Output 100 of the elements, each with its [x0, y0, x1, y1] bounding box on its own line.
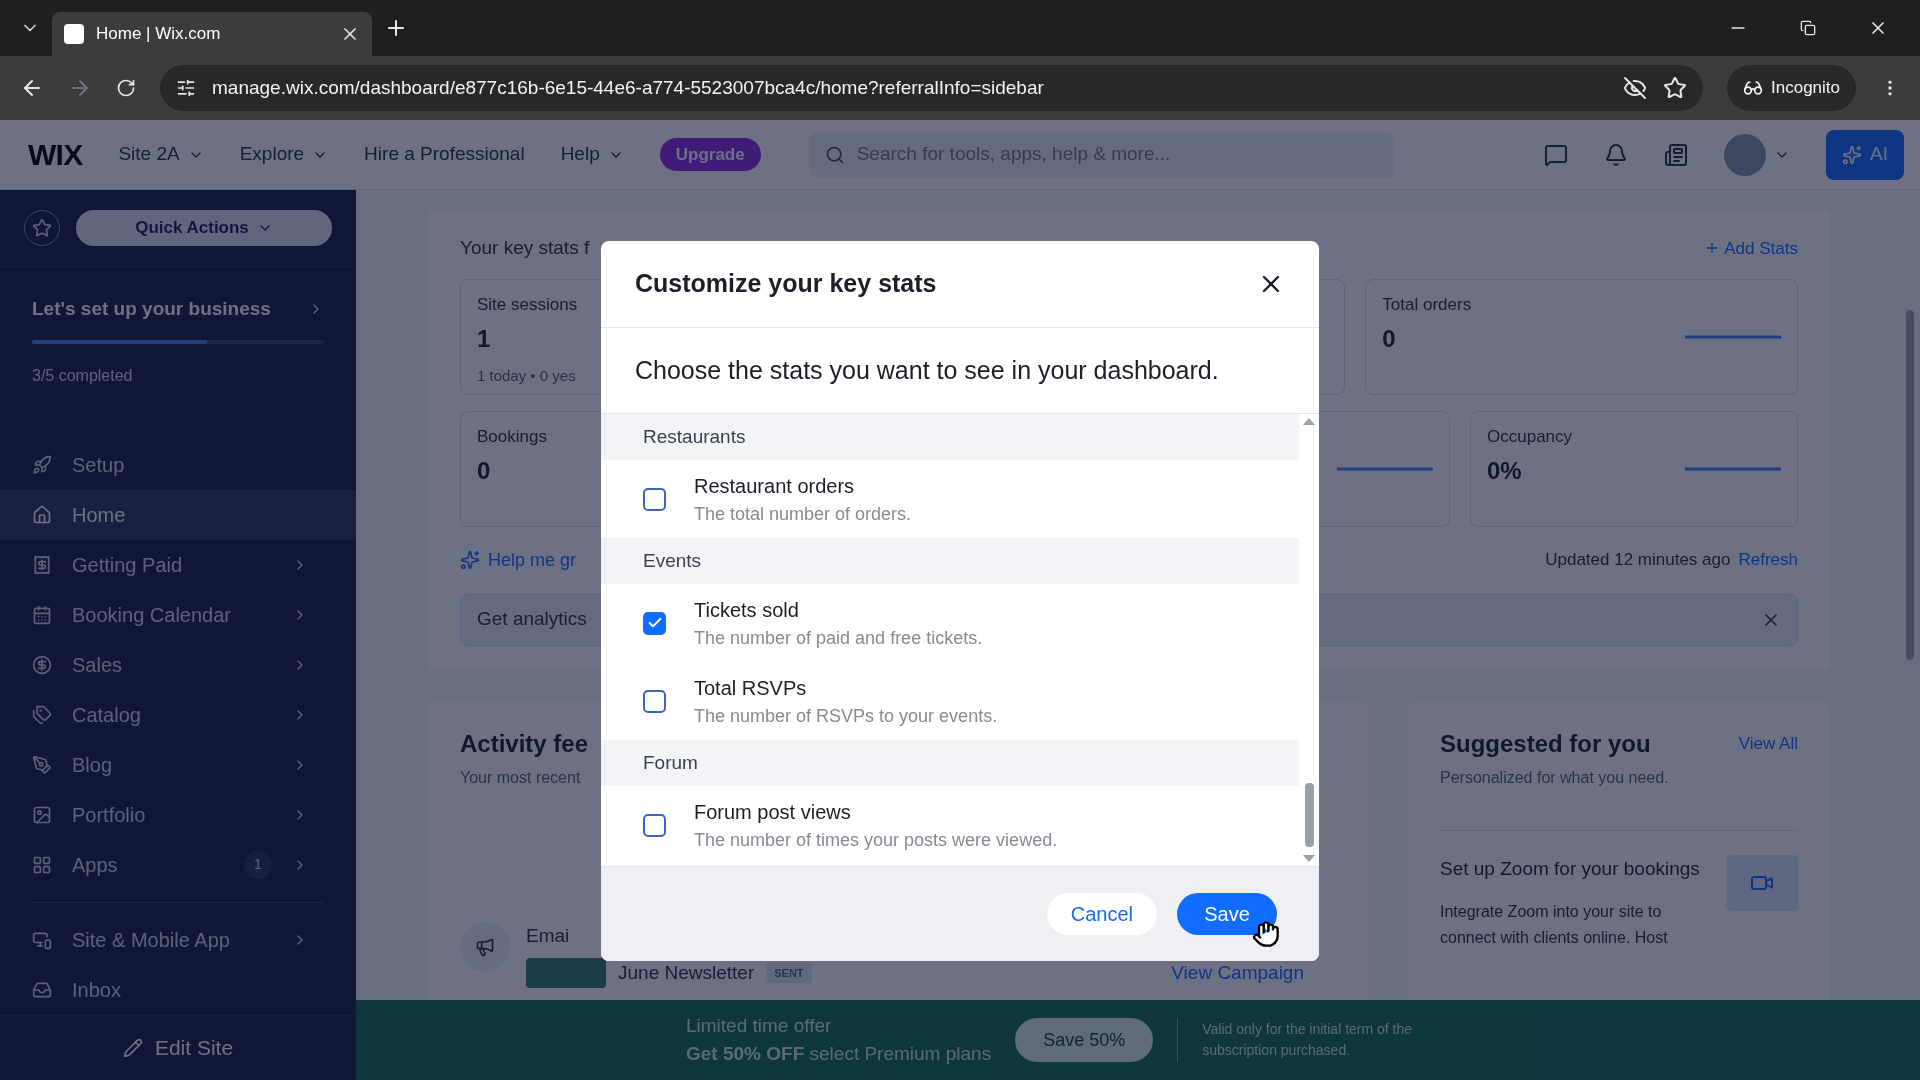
- sidebar-item[interactable]: Blog: [0, 739, 356, 790]
- incognito-button[interactable]: Incognito: [1727, 65, 1856, 111]
- suggestion-title: Set up Zoom for your bookings: [1440, 856, 1700, 881]
- stat-option-description: The number of paid and free tickets.: [694, 626, 983, 650]
- view-campaign-link[interactable]: View Campaign: [1171, 958, 1304, 988]
- sparkle-icon: [460, 550, 480, 570]
- banner-text: Get analytics: [477, 607, 587, 632]
- checkbox[interactable]: [643, 487, 666, 511]
- site-menu[interactable]: Site 2A: [118, 140, 204, 169]
- section-title: Suggested for you: [1440, 728, 1651, 759]
- group-header: Events: [601, 538, 1299, 584]
- stat-label: Site sessions: [477, 293, 578, 316]
- ai-button[interactable]: AI: [1826, 129, 1904, 180]
- sidebar-item[interactable]: Site & Mobile App: [0, 914, 356, 965]
- campaign-name: June Newsletter: [618, 960, 755, 985]
- grid-icon: [32, 854, 52, 875]
- count-badge: 1: [244, 850, 272, 879]
- add-stats-link[interactable]: Add Stats: [1704, 234, 1798, 263]
- stat-value: 0: [1382, 324, 1397, 354]
- pencil-icon: [122, 1037, 143, 1058]
- scrollbar-thumb[interactable]: [1304, 783, 1314, 847]
- url-text: manage.wix.com/dashboard/e877c16b-6e15-44e6-a774-5523007bca4c/home?referralInfo=sidebar: [212, 75, 1045, 100]
- dollar-icon: [32, 654, 52, 675]
- pointer-cursor-icon: [1252, 920, 1280, 948]
- checkbox[interactable]: [643, 689, 666, 713]
- refresh-link[interactable]: Refresh: [1738, 547, 1798, 573]
- stat-value: 1: [477, 324, 492, 354]
- stat-option-label: Restaurant orders: [694, 473, 856, 499]
- calendar-icon: [32, 604, 52, 625]
- eye-off-icon[interactable]: [1623, 76, 1647, 100]
- tags-icon: [32, 704, 52, 725]
- section-title: Activity fee: [460, 728, 589, 759]
- sidebar-item[interactable]: Apps 1: [0, 839, 356, 890]
- upgrade-button[interactable]: Upgrade: [659, 137, 761, 172]
- notifications-icon[interactable]: [1604, 142, 1629, 167]
- favicon-icon: [64, 24, 84, 44]
- stat-option-label: Forum post views: [694, 799, 852, 825]
- sidebar-item[interactable]: Catalog: [0, 689, 356, 740]
- receipt-icon: [32, 554, 52, 575]
- stat-value: 0%: [1487, 456, 1523, 486]
- nav-link[interactable]: Hire a Professional: [364, 140, 525, 169]
- news-icon[interactable]: [1664, 142, 1689, 167]
- sidebar-item[interactable]: Home: [0, 489, 356, 540]
- address-bar[interactable]: manage.wix.com/dashboard/e877c16b-6e15-44e6-a774-5523007bca4c/home?referralInfo=sidebar: [160, 65, 1703, 111]
- view-all-link[interactable]: View All: [1738, 730, 1798, 757]
- bookmark-icon[interactable]: [1663, 76, 1687, 100]
- help-link[interactable]: Help me gr: [488, 546, 577, 574]
- stat-note: 1 today • 0 yes: [477, 366, 577, 386]
- megaphone-icon: [460, 921, 510, 972]
- pen-icon: [32, 754, 52, 775]
- rocket-icon: [32, 454, 52, 475]
- image-icon: [32, 804, 52, 825]
- save-50-button[interactable]: Save 50%: [1015, 1018, 1154, 1062]
- dialog-title: Customize your key stats: [635, 268, 937, 300]
- stat-option-description: The number of RSVPs to your events.: [694, 704, 998, 728]
- stat-option-label: Total RSVPs: [694, 675, 808, 701]
- promo-title: Limited time offer: [686, 1013, 833, 1038]
- nav-link[interactable]: Help: [560, 140, 624, 169]
- stat-option-label: Tickets sold: [694, 597, 800, 623]
- section-subtitle: Personalized for what you need.: [1440, 767, 1669, 788]
- stat-label: Bookings: [477, 425, 547, 448]
- progress-text: 3/5 completed: [32, 365, 134, 386]
- section-title: Your key stats f: [460, 236, 590, 260]
- quick-actions-button[interactable]: Quick Actions: [76, 210, 332, 246]
- updated-text: Updated 12 minutes ago: [1545, 549, 1731, 572]
- cancel-button[interactable]: Cancel: [1046, 893, 1157, 935]
- browser-tab[interactable]: Home | Wix.com: [52, 12, 372, 56]
- sidebar-item[interactable]: Portfolio: [0, 789, 356, 840]
- setup-title[interactable]: Let's set up your business: [32, 295, 271, 324]
- chat-icon[interactable]: [1544, 142, 1569, 167]
- sidebar-item[interactable]: Booking Calendar: [0, 589, 356, 640]
- stat-label: Total orders: [1382, 293, 1472, 316]
- nav-link[interactable]: Explore: [239, 140, 329, 169]
- checkbox[interactable]: [643, 813, 666, 837]
- home-icon: [32, 504, 52, 525]
- stat-value: 0: [477, 456, 492, 486]
- sidebar-item[interactable]: Getting Paid: [0, 539, 356, 590]
- scroll-up-icon[interactable]: [1303, 418, 1315, 425]
- stat-option-description: The number of times your posts were viewed.: [694, 828, 1058, 852]
- dialog-subtitle: Choose the stats you want to see in your dashboard.: [635, 354, 1219, 386]
- save-button[interactable]: Save: [1177, 893, 1277, 935]
- sidebar-item[interactable]: Sales: [0, 639, 356, 690]
- reload-icon[interactable]: [116, 78, 136, 98]
- sidebar-item[interactable]: Inbox: [0, 964, 356, 1015]
- star-icon: [32, 218, 52, 238]
- site-info-icon[interactable]: [176, 78, 196, 98]
- wix-logo[interactable]: WIX: [28, 132, 83, 177]
- checkbox[interactable]: [643, 611, 666, 635]
- group-header: Restaurants: [601, 414, 1299, 460]
- promo-text: Get 50% OFF select Premium plans: [686, 1042, 992, 1066]
- activity-title: Emai: [526, 923, 570, 948]
- scrollbar-thumb[interactable]: [1906, 310, 1914, 660]
- sidebar-item[interactable]: Setup: [0, 439, 356, 490]
- video-icon: [1726, 854, 1798, 911]
- edit-site-button[interactable]: Edit Site: [122, 1032, 234, 1064]
- tab-title: Home | Wix.com: [96, 23, 222, 46]
- scroll-down-icon[interactable]: [1303, 855, 1315, 862]
- restore-icon[interactable]: [1800, 20, 1816, 36]
- section-subtitle: Your most recent: [460, 767, 581, 788]
- promo-note: Valid only for the initial term of the subscription purchased.: [1202, 1020, 1414, 1060]
